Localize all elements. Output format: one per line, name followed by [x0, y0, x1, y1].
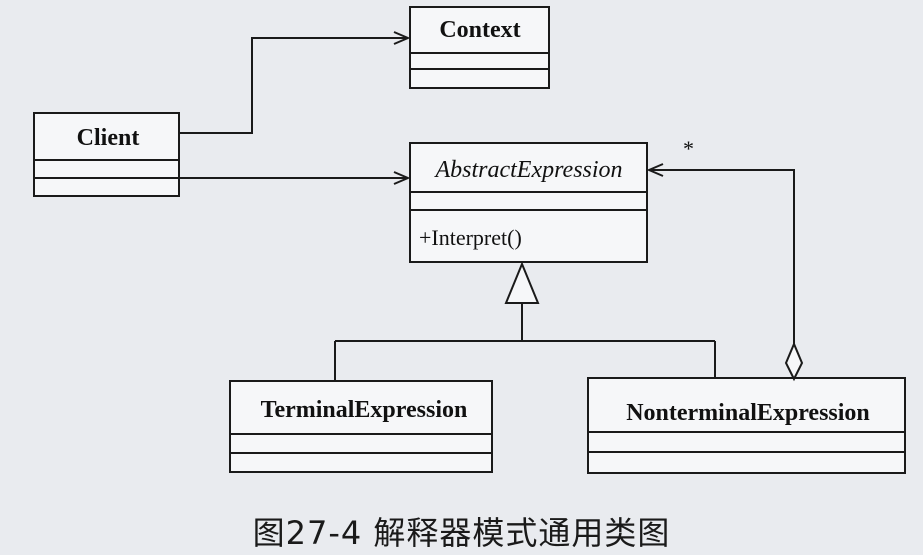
- class-name-context: Context: [439, 17, 520, 43]
- association-client-context: [179, 38, 408, 134]
- class-client: Client: [33, 112, 180, 197]
- class-terminal-expression: TerminalExpression: [229, 380, 493, 473]
- aggregation-nonterminal-abstract: *: [649, 136, 804, 382]
- class-context: Context: [409, 6, 550, 89]
- class-name-client: Client: [77, 125, 140, 151]
- class-name-nonterminal-expression: NonterminalExpression: [626, 400, 870, 426]
- class-nonterminal-expression: NonterminalExpression: [587, 377, 906, 474]
- uml-class-diagram: Context Client AbstractExpression +Inter…: [33, 6, 906, 474]
- aggregation-diamond: [784, 341, 804, 382]
- class-name-abstract-expression: AbstractExpression: [433, 157, 622, 183]
- operation-interpret: +Interpret(): [419, 225, 522, 250]
- multiplicity-many: *: [683, 136, 694, 161]
- generalization-triangle: [504, 261, 540, 304]
- class-name-terminal-expression: TerminalExpression: [261, 397, 468, 423]
- figure-caption: 图27-4 解释器模式通用类图: [252, 514, 671, 552]
- class-abstract-expression: AbstractExpression +Interpret(): [409, 142, 648, 263]
- generalization: [334, 261, 716, 381]
